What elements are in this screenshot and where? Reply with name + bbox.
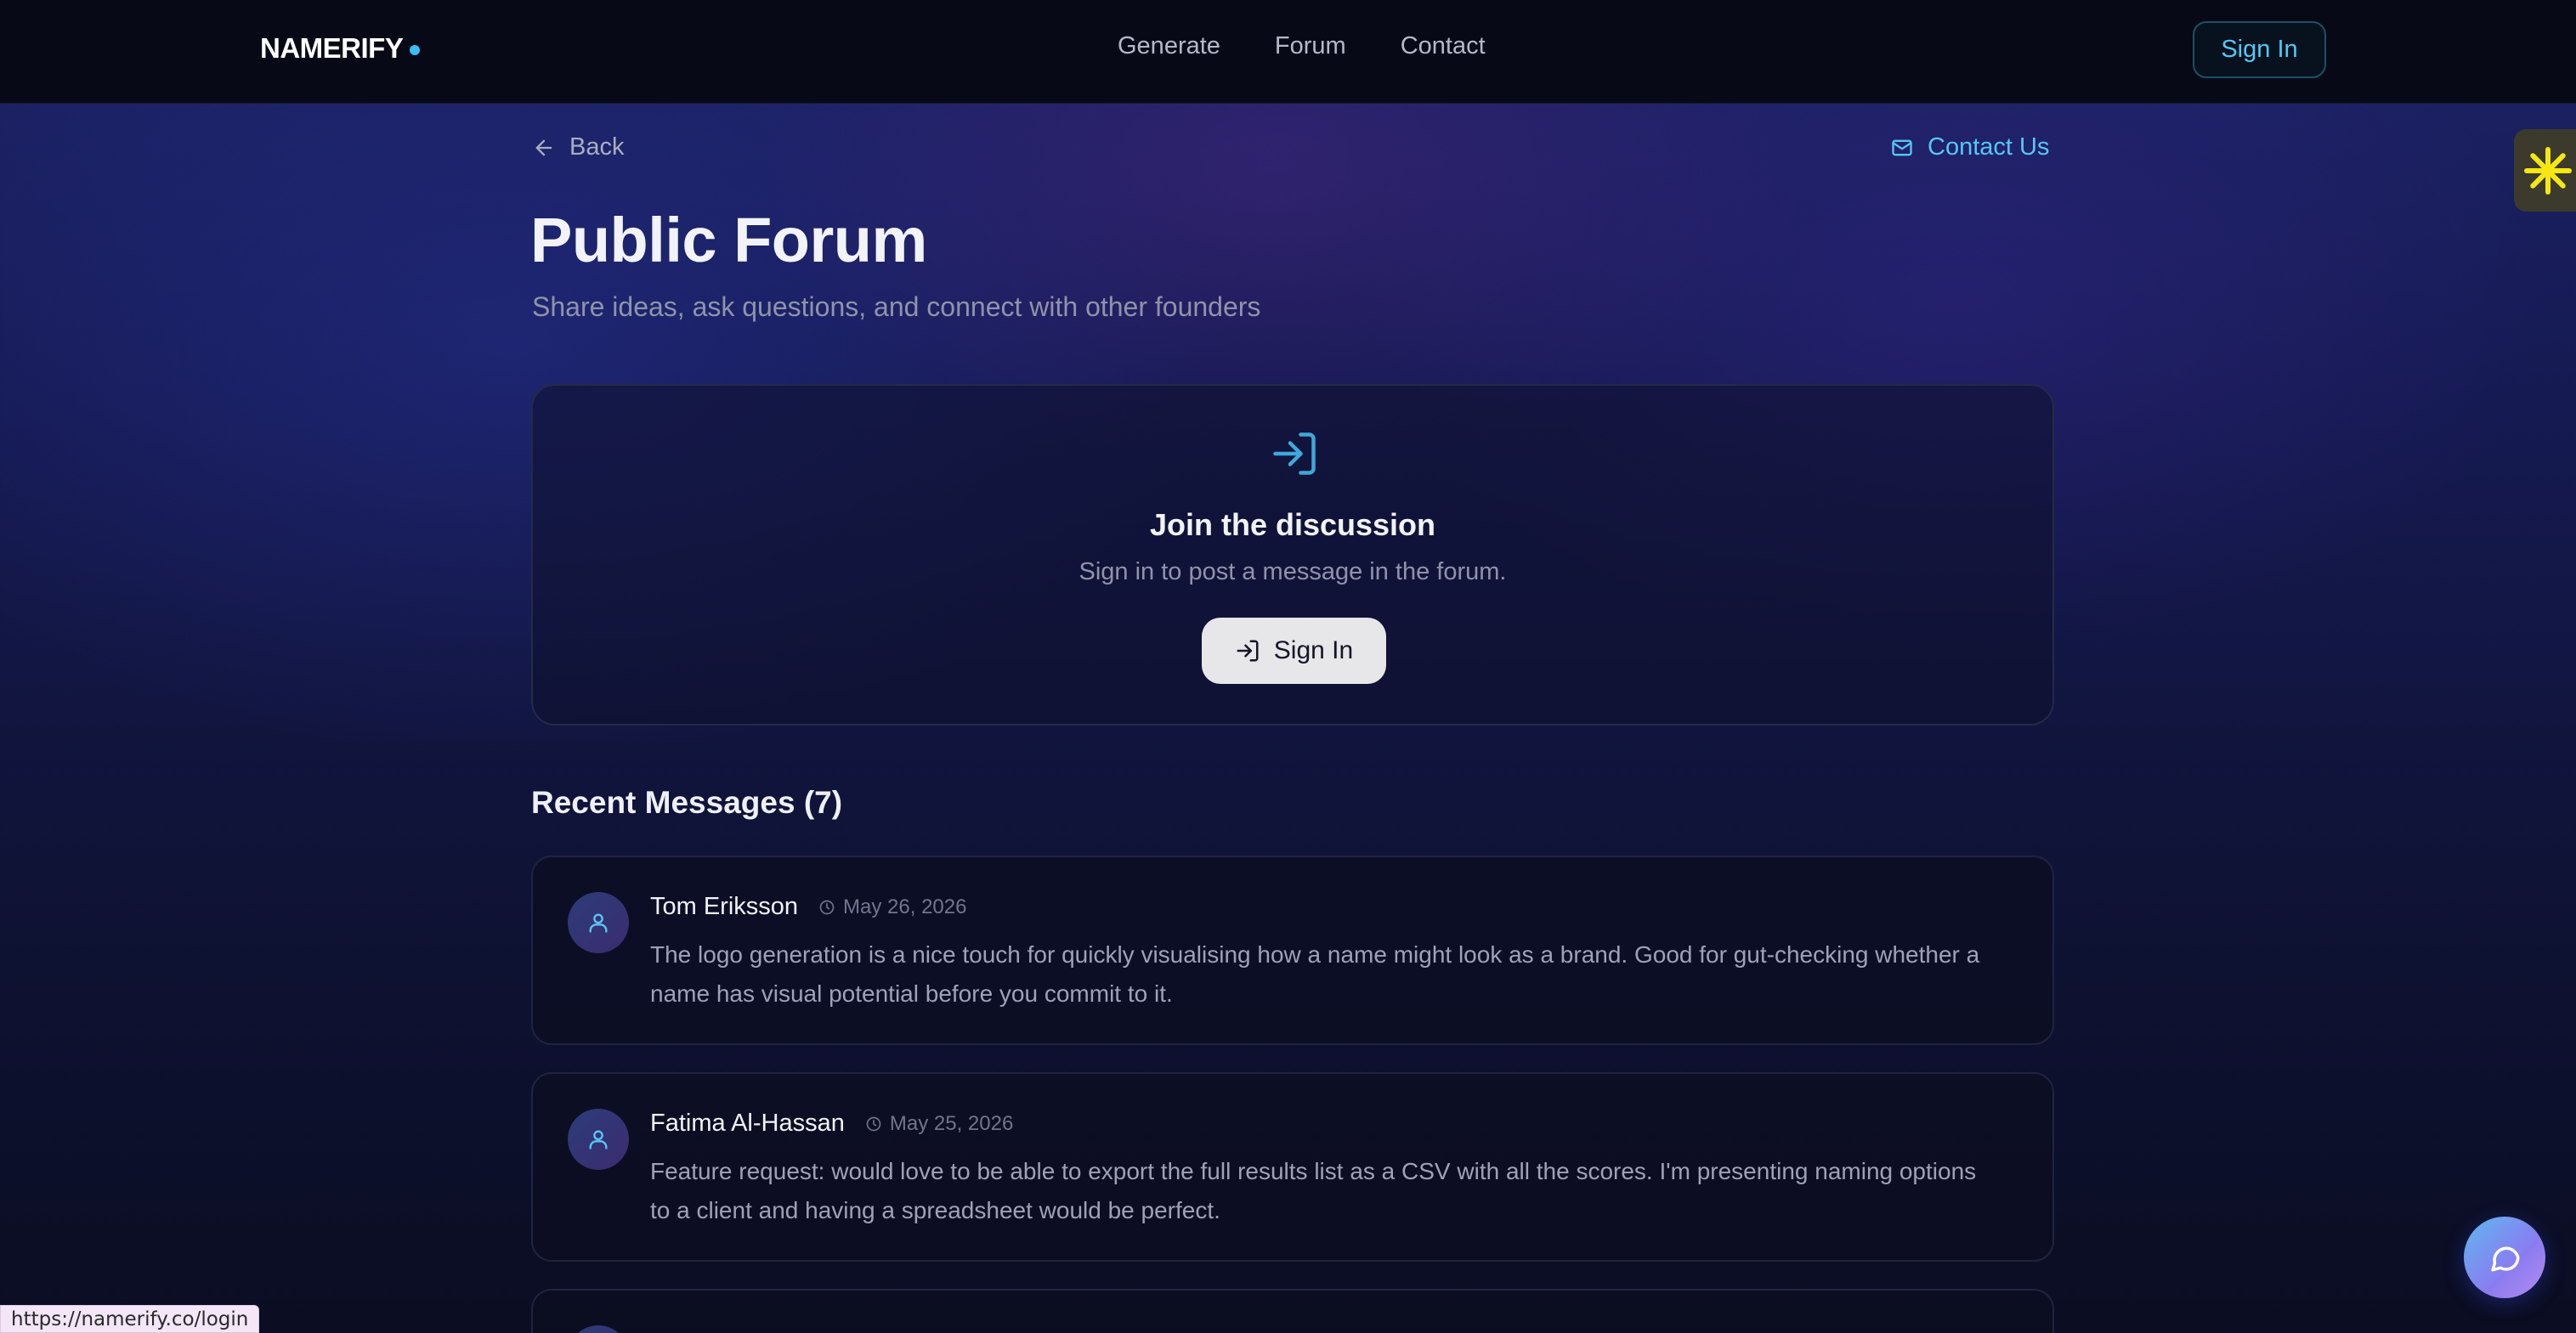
avatar	[568, 892, 629, 953]
message-card: Fatima Al-Hassan May 25, 2026 Feature re…	[531, 1072, 2054, 1262]
recent-messages-heading: Recent Messages (7)	[531, 785, 843, 820]
message-date-text: May 26, 2026	[843, 895, 967, 918]
message-body: The logo generation is a nice touch for …	[650, 941, 1980, 1007]
message-header: Tom Eriksson May 26, 2026	[650, 893, 966, 921]
message-date: May 26, 2026	[818, 895, 966, 919]
nav-link-generate[interactable]: Generate	[1118, 32, 1220, 60]
join-signin-button[interactable]: Sign In	[1202, 618, 1386, 684]
arrow-left-icon	[535, 139, 552, 155]
message-author: Tom Eriksson	[650, 893, 799, 920]
join-title: Join the discussion	[1149, 507, 1436, 542]
log-in-icon	[1273, 432, 1316, 475]
brand-logo-dot	[410, 45, 421, 55]
mail-icon	[1892, 139, 1912, 155]
brand-logo[interactable]: NAMERIFY	[260, 32, 421, 65]
top-navbar: NAMERIFY Generate Forum Contact Sign In	[0, 0, 2576, 104]
side-widget-tab[interactable]	[2514, 129, 2576, 212]
contact-us-link[interactable]: Contact Us	[1890, 133, 2049, 161]
contact-us-label: Contact Us	[1928, 133, 2050, 161]
nav-link-forum[interactable]: Forum	[1275, 32, 1346, 60]
user-icon	[589, 913, 608, 933]
asterisk-burst-icon	[2524, 146, 2572, 195]
page-title: Public Forum	[530, 205, 927, 275]
join-discussion-card: Join the discussion Sign in to post a me…	[531, 384, 2054, 726]
main-nav: Generate Forum Contact	[1118, 32, 1486, 60]
back-label: Back	[569, 133, 625, 161]
message-card	[531, 1289, 2054, 1333]
message-author: Fatima Al-Hassan	[650, 1110, 845, 1137]
user-icon	[589, 1130, 608, 1149]
join-signin-label: Sign In	[1273, 636, 1354, 664]
nav-link-contact[interactable]: Contact	[1401, 32, 1486, 60]
page-subtitle: Share ideas, ask questions, and connect …	[532, 291, 1261, 322]
message-header: Fatima Al-Hassan May 25, 2026	[650, 1110, 1013, 1138]
avatar	[568, 1325, 629, 1333]
back-link[interactable]: Back	[532, 133, 624, 161]
avatar	[568, 1109, 629, 1170]
message-card: Tom Eriksson May 26, 2026 The logo gener…	[531, 856, 2054, 1045]
clock-icon	[866, 1116, 881, 1131]
join-subtitle: Sign in to post a message in the forum.	[1079, 558, 1507, 585]
message-body: Feature request: would love to be able t…	[650, 1158, 1977, 1223]
message-date-text: May 25, 2026	[889, 1111, 1014, 1135]
clock-icon	[819, 900, 835, 914]
log-in-icon	[1237, 640, 1259, 662]
brand-logo-text: NAMERIFY	[260, 32, 404, 64]
message-date: May 25, 2026	[865, 1112, 1013, 1136]
status-bar-url: https://namerify.co/login	[0, 1305, 260, 1333]
chat-button[interactable]	[2464, 1217, 2545, 1298]
nav-signin-button[interactable]: Sign In	[2193, 21, 2326, 78]
chat-bubble-icon	[2491, 1246, 2520, 1272]
